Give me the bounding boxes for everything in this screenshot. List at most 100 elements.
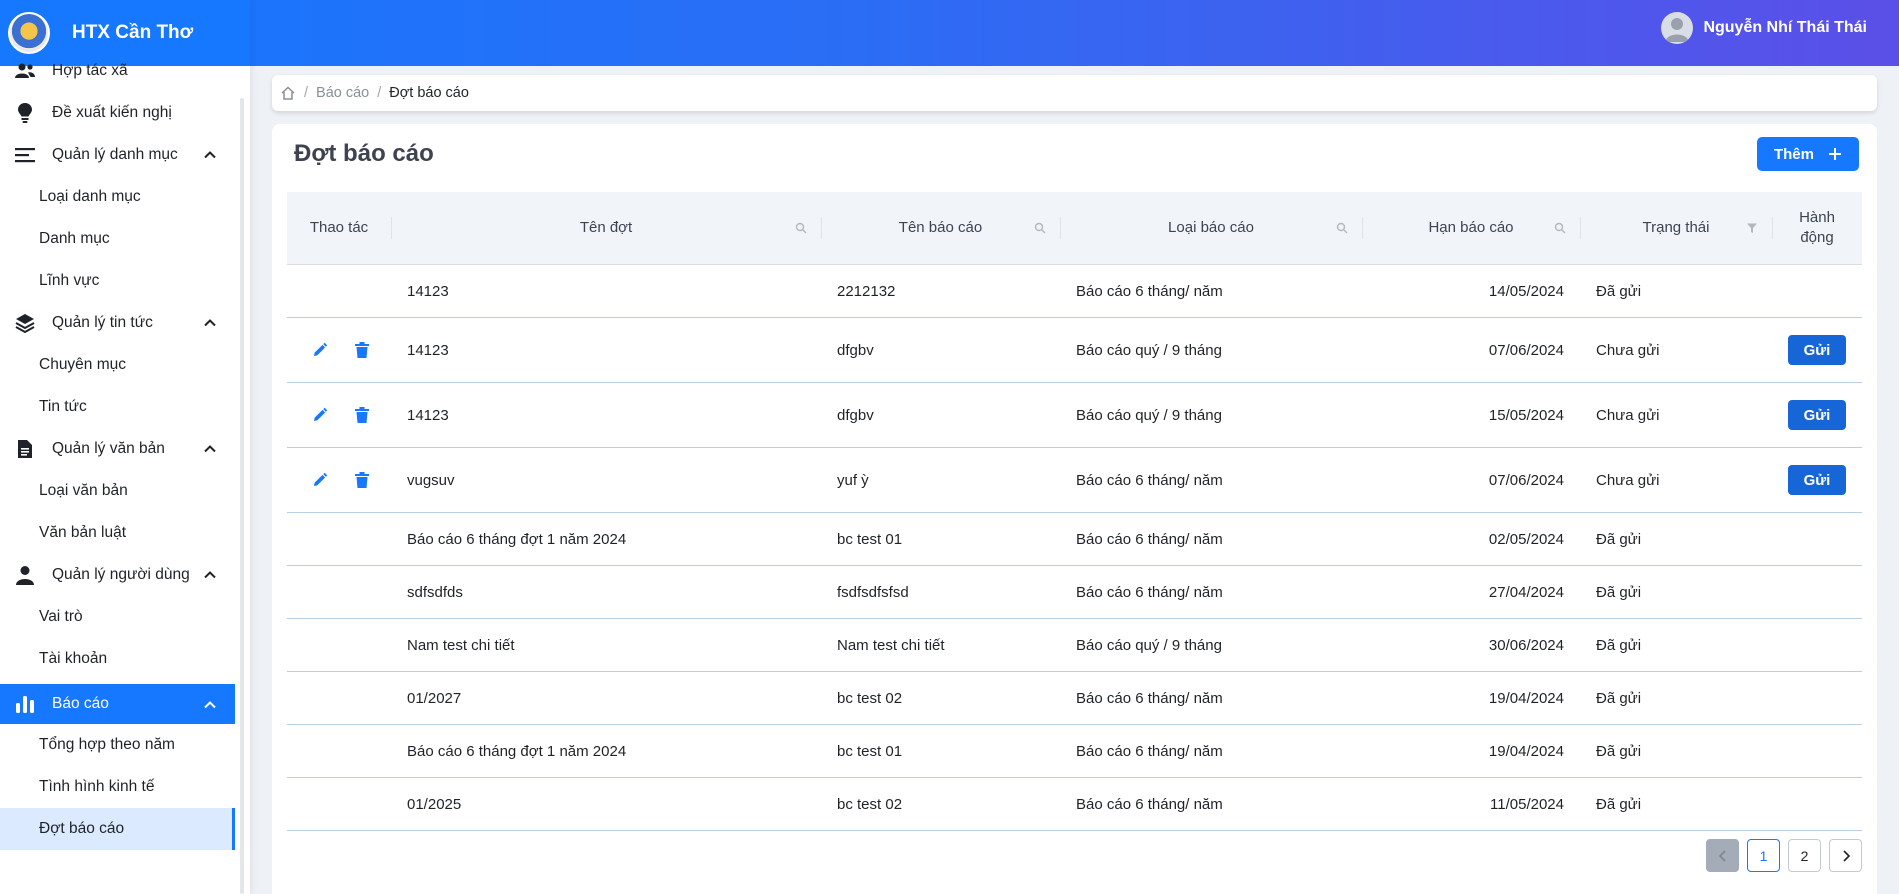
user-menu[interactable]: Nguyễn Nhí Thái Thái [1661, 12, 1867, 44]
sidebar-item-quan-ly-danh-muc[interactable]: Quản lý danh mục [0, 134, 235, 176]
cell-due: 02/05/2024 [1488, 530, 1564, 548]
cell-type: Báo cáo 6 tháng/ năm [1076, 583, 1223, 601]
sidebar-subitem-chuyen-muc[interactable]: Chuyên mục [0, 344, 235, 386]
search-icon[interactable] [1034, 222, 1046, 234]
filter-icon[interactable] [1746, 222, 1758, 234]
col-header-label: Hành động [1799, 209, 1835, 246]
cell-report: bc test 02 [837, 795, 903, 813]
sidebar-subitem-van-ban-luat[interactable]: Văn bản luật [0, 512, 235, 554]
edit-icon[interactable] [311, 471, 329, 489]
add-button[interactable]: Thêm [1757, 137, 1859, 171]
prev-page-button[interactable] [1706, 839, 1739, 872]
search-icon[interactable] [1336, 222, 1348, 234]
cell-report: dfgbv [837, 341, 874, 359]
breadcrumb: / Báo cáo / Đợt báo cáo [272, 75, 1877, 111]
sidebar-subitem-loai-danh-muc[interactable]: Loại danh mục [0, 176, 235, 218]
table-row[interactable]: vugsuv yuf ỳ Báo cáo 6 tháng/ năm 07/06/202… [287, 448, 1862, 513]
table-row[interactable]: Báo cáo 6 tháng đợt 1 năm 2024 bc test 01… [287, 513, 1862, 566]
page-button-2[interactable]: 2 [1788, 839, 1821, 872]
send-button[interactable]: Gửi [1788, 465, 1846, 495]
sidebar-subitem-tinh-hinh-kinh-te[interactable]: Tình hình kinh tế [0, 766, 235, 808]
cell-due: 14/05/2024 [1488, 282, 1564, 300]
row-actions [287, 406, 391, 424]
col-header-label: Tên báo cáo [898, 219, 983, 236]
sidebar-item-quan-ly-nguoi-dung[interactable]: Quản lý người dùng [0, 554, 235, 596]
sidebar-subitem-vai-tro[interactable]: Vai trò [0, 596, 235, 638]
table-row[interactable]: sdfsdfds fsdfsdfsfsd Báo cáo 6 tháng/ năm 2… [287, 566, 1862, 619]
row-action-cell: Gửi [1772, 465, 1862, 495]
search-icon[interactable] [1554, 222, 1566, 234]
cell-name: 14123 [407, 282, 449, 300]
col-header-due[interactable]: Hạn báo cáo [1362, 192, 1580, 264]
chevron-up-icon [204, 445, 216, 453]
sidebar-scrollbar[interactable] [240, 98, 244, 894]
lightbulb-icon [14, 102, 36, 124]
send-button[interactable]: Gửi [1788, 335, 1846, 365]
chevron-left-icon [1718, 849, 1726, 862]
col-header-type[interactable]: Loại báo cáo [1060, 192, 1362, 264]
delete-icon[interactable] [353, 471, 371, 489]
sidebar-item-hop-tac-xa[interactable]: Hợp tác xã [0, 50, 235, 92]
table-row[interactable]: 01/2025 bc test 02 Báo cáo 6 tháng/ năm 11/… [287, 778, 1862, 831]
cell-name: 01/2027 [407, 689, 462, 707]
sidebar-subitem-linh-vuc[interactable]: Lĩnh vực [0, 260, 235, 302]
sidebar-subitem-danh-muc[interactable]: Danh mục [0, 218, 235, 260]
main-card: Đợt báo cáo Thêm Thao tác Tên đợt Tên bá… [272, 124, 1877, 894]
delete-icon[interactable] [353, 341, 371, 359]
cell-type: Báo cáo 6 tháng/ năm [1076, 689, 1223, 707]
sidebar-subitem-tin-tuc[interactable]: Tin tức [0, 386, 235, 428]
sidebar-subitem-tong-hop-theo-nam[interactable]: Tổng hợp theo năm [0, 724, 235, 766]
search-icon[interactable] [795, 222, 807, 234]
user-name: Nguyễn Nhí Thái Thái [1703, 19, 1867, 36]
menu-icon [14, 144, 36, 166]
cell-type: Báo cáo 6 tháng/ năm [1076, 282, 1223, 300]
send-button[interactable]: Gửi [1788, 400, 1846, 430]
breadcrumb-current: Đợt báo cáo [389, 85, 469, 101]
sidebar-item-quan-ly-van-ban[interactable]: Quản lý văn bản [0, 428, 235, 470]
col-header-actions: Thao tác [287, 192, 391, 264]
col-header-name[interactable]: Tên đợt [391, 192, 821, 264]
table-row[interactable]: 14123 2212132 Báo cáo 6 tháng/ năm 14/05/20… [287, 265, 1862, 318]
sidebar-nav: Hợp tác xã Đề xuất kiến nghị Quản lý dan… [0, 50, 235, 850]
edit-icon[interactable] [311, 406, 329, 424]
table-row[interactable]: 01/2027 bc test 02 Báo cáo 6 tháng/ năm 19/… [287, 672, 1862, 725]
sidebar-subitem-loai-van-ban[interactable]: Loại văn bản [0, 470, 235, 512]
col-header-status[interactable]: Trạng thái [1580, 192, 1772, 264]
cell-status: Đã gửi [1596, 795, 1642, 813]
home-icon[interactable] [280, 85, 296, 101]
sidebar-subitem-dot-bao-cao[interactable]: Đợt báo cáo [0, 808, 235, 850]
cell-name: Nam test chi tiết [407, 636, 515, 654]
sidebar-subitem-tai-khoan[interactable]: Tài khoản [0, 638, 235, 680]
sidebar-item-quan-ly-tin-tuc[interactable]: Quản lý tin tức [0, 302, 235, 344]
users-icon [14, 60, 36, 82]
col-header-label: Hạn báo cáo [1428, 219, 1514, 236]
cell-status: Đã gửi [1596, 742, 1642, 760]
breadcrumb-separator: / [377, 85, 382, 101]
chevron-up-icon [204, 571, 216, 579]
delete-icon[interactable] [353, 406, 371, 424]
cell-report: yuf ỳ [837, 471, 869, 489]
page-button-1[interactable]: 1 [1747, 839, 1780, 872]
row-action-cell: Gửi [1772, 400, 1862, 430]
table-row[interactable]: Báo cáo 6 tháng đợt 1 năm 2024 bc test 01… [287, 725, 1862, 778]
cell-type: Báo cáo 6 tháng/ năm [1076, 795, 1223, 813]
table-row[interactable]: Nam test chi tiết Nam test chi tiết Báo cá… [287, 619, 1862, 672]
edit-icon[interactable] [311, 341, 329, 359]
cell-type: Báo cáo 6 tháng/ năm [1076, 471, 1223, 489]
cell-status: Chưa gửi [1596, 471, 1660, 489]
chevron-up-icon [204, 319, 216, 327]
next-page-button[interactable] [1829, 839, 1862, 872]
sidebar-item-bao-cao[interactable]: Báo cáo [0, 684, 235, 724]
sidebar-item-de-xuat[interactable]: Đề xuất kiến nghị [0, 92, 235, 134]
cell-name: 01/2025 [407, 795, 462, 813]
cell-status: Đã gửi [1596, 689, 1642, 707]
col-header-report[interactable]: Tên báo cáo [821, 192, 1060, 264]
breadcrumb-link[interactable]: Báo cáo [316, 85, 369, 101]
sidebar-item-label: Hợp tác xã [52, 62, 128, 79]
cell-name: 14123 [407, 341, 449, 359]
chevron-up-icon [204, 701, 216, 709]
col-header-label: Tên đợt [579, 219, 633, 236]
row-action-cell: Gửi [1772, 335, 1862, 365]
table-row[interactable]: 14123 dfgbv Báo cáo quý / 9 tháng 07/06/202… [287, 318, 1862, 383]
table-row[interactable]: 14123 dfgbv Báo cáo quý / 9 tháng 15/05/202… [287, 383, 1862, 448]
